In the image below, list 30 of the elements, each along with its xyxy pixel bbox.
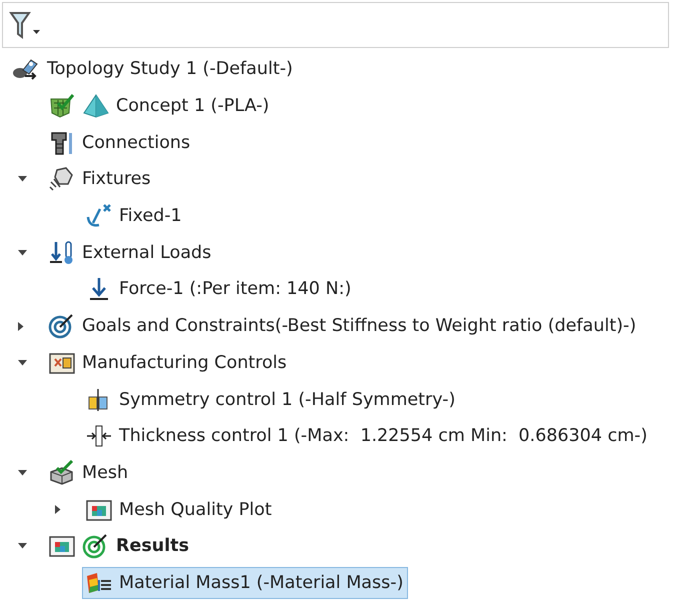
tree-item[interactable]: Force-1 (:Per item: 140 N:): [82, 273, 356, 306]
tree-item[interactable]: Results: [45, 530, 194, 562]
tree-item[interactable]: Thickness control 1 (-Max: 1.22554 cm Min: 0.686304 cm-): [82, 420, 652, 452]
tree-item[interactable]: Connections: [45, 126, 196, 159]
tree-item[interactable]: Fixed-1: [82, 200, 187, 232]
tree-item[interactable]: Fixtures: [45, 163, 156, 196]
pyramid-icon: [82, 93, 110, 120]
fixture-icon: [48, 166, 76, 192]
tree-item[interactable]: Material Mass1 (-Material Mass-): [82, 566, 408, 599]
expand-toggle[interactable]: [18, 176, 27, 182]
expand-toggle[interactable]: [18, 322, 24, 331]
tree-item[interactable]: External Loads: [45, 236, 216, 269]
filter-icon[interactable]: [9, 10, 31, 40]
tree-item[interactable]: Topology Study 1 (-Default-): [8, 53, 298, 86]
anchor-icon: [85, 203, 113, 230]
mesh-icon: [48, 460, 76, 486]
thickness-icon: [85, 423, 113, 450]
expand-toggle[interactable]: [18, 470, 27, 476]
tree-item[interactable]: Manufacturing Controls: [45, 346, 292, 379]
expand-toggle[interactable]: [18, 543, 27, 550]
expand-toggle[interactable]: [55, 505, 61, 514]
dropdown-caret-icon[interactable]: [33, 30, 40, 34]
tree-item[interactable]: Mesh: [45, 456, 134, 489]
tree-item[interactable]: Symmetry control 1 (-Half Symmetry-): [82, 384, 460, 416]
tree-item[interactable]: Goals and Constraints(-Best Stiffness to Weight ratio (default)-): [45, 310, 642, 342]
expand-toggle[interactable]: [18, 250, 27, 256]
mesh-check-icon: [48, 93, 76, 120]
tree-item[interactable]: Mesh Quality Plot: [82, 494, 277, 526]
expand-toggle[interactable]: [18, 360, 27, 366]
tree-item[interactable]: Concept 1 (-PLA-): [45, 90, 274, 122]
